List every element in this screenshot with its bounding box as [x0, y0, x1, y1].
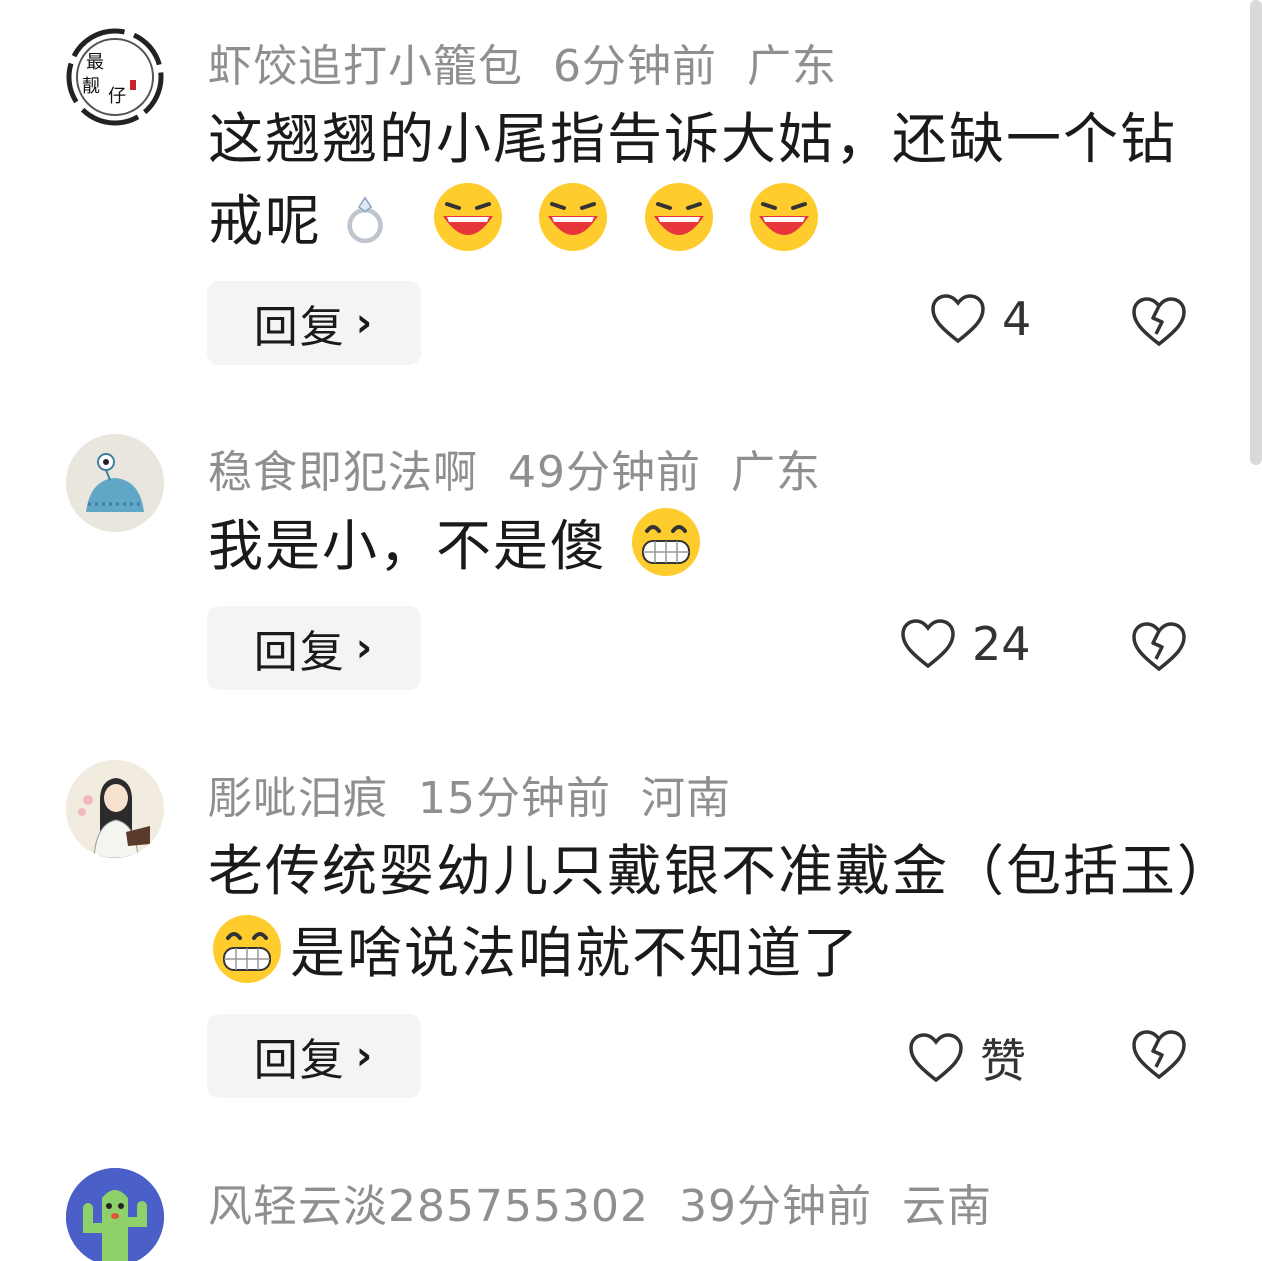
like-button[interactable]: 4	[930, 292, 1031, 346]
chevron-right-icon: ›	[355, 1033, 375, 1079]
grin-emoji-icon	[631, 508, 700, 576]
dislike-button[interactable]	[1130, 621, 1188, 677]
comment-line-with-emoji: 是啥说法咱就不知道了	[208, 912, 1208, 994]
avatar[interactable]	[66, 434, 164, 532]
heart-outline-icon	[901, 619, 955, 669]
comment-line: 是啥说法咱就不知道了	[290, 921, 861, 985]
chevron-right-icon: ›	[355, 300, 375, 346]
laughing-emoji-icon	[644, 183, 713, 251]
like-count: 4	[1002, 292, 1032, 346]
location: 云南	[901, 1181, 992, 1232]
comment-meta: 虾饺追打小籠包 6分钟前 广东	[208, 30, 867, 94]
laughing-emoji-icon	[539, 183, 608, 251]
broken-heart-icon	[1132, 622, 1186, 672]
comment-line: 这翘翘的小尾指告诉大姑，还缺一个钻	[208, 107, 1178, 171]
reply-button[interactable]: 回复 ›	[207, 1014, 421, 1098]
comment-text: 我是小，不是傻	[208, 505, 1208, 587]
location: 河南	[641, 773, 731, 824]
timestamp: 15分钟前	[418, 773, 611, 824]
comment-line: 老传统婴幼儿只戴银不准戴金（包括玉）	[208, 839, 1235, 903]
reply-button[interactable]: 回复 ›	[207, 606, 421, 690]
svg-text:靓: 靓	[82, 76, 100, 97]
chevron-right-icon: ›	[355, 625, 375, 671]
comment-line: 我是小，不是傻	[208, 514, 608, 578]
like-button[interactable]: 24	[900, 617, 1031, 671]
location: 广东	[731, 447, 821, 498]
avatar[interactable]	[66, 760, 164, 858]
heart-outline-icon	[931, 294, 985, 344]
laughing-emoji-icon	[433, 183, 502, 251]
reply-button[interactable]: 回复 ›	[207, 281, 421, 365]
dislike-button[interactable]	[1130, 296, 1188, 352]
like-label: 赞	[980, 1034, 1026, 1088]
scrollbar[interactable]	[1250, 0, 1262, 465]
ring-emoji-icon	[346, 196, 383, 244]
broken-heart-icon	[1132, 297, 1186, 347]
timestamp: 6分钟前	[553, 41, 717, 92]
username[interactable]: 虾饺追打小籠包	[208, 41, 523, 92]
comment-text: 老传统婴幼儿只戴银不准戴金（包括玉） 是啥说法咱就不知道了	[208, 830, 1235, 994]
timestamp: 39分钟前	[678, 1181, 872, 1232]
comment-meta: 稳食即犯法啊 49分钟前 广东	[208, 436, 851, 500]
laughing-emoji-icon	[750, 183, 819, 251]
dislike-button[interactable]	[1130, 1029, 1188, 1085]
avatar[interactable]	[66, 1168, 164, 1261]
location: 广东	[747, 41, 837, 92]
comment-line: 戒呢	[208, 189, 323, 253]
comment-line-with-emojis: 戒呢	[208, 180, 1208, 262]
reply-label: 回复	[253, 1035, 346, 1086]
like-button[interactable]: 赞	[908, 1025, 1026, 1091]
avatar[interactable]: 最 靓 仔	[66, 28, 164, 126]
svg-text:仔: 仔	[108, 86, 126, 107]
grin-emoji-icon	[213, 915, 281, 983]
username[interactable]: 稳食即犯法啊	[208, 447, 478, 498]
comment-text: 这翘翘的小尾指告诉大姑，还缺一个钻 戒呢	[208, 98, 1208, 262]
timestamp: 49分钟前	[508, 447, 701, 498]
heart-outline-icon	[909, 1033, 963, 1083]
svg-text:最: 最	[86, 52, 104, 73]
comment-meta: 彫呲汨痕 15分钟前 河南	[208, 762, 761, 826]
comment-meta: 风轻云淡285755302 39分钟前 云南	[208, 1170, 1022, 1234]
username[interactable]: 彫呲汨痕	[208, 773, 388, 824]
username[interactable]: 风轻云淡285755302	[208, 1181, 649, 1232]
reply-label: 回复	[253, 302, 346, 353]
like-count: 24	[972, 617, 1031, 671]
broken-heart-icon	[1132, 1030, 1186, 1080]
reply-label: 回复	[253, 627, 346, 678]
